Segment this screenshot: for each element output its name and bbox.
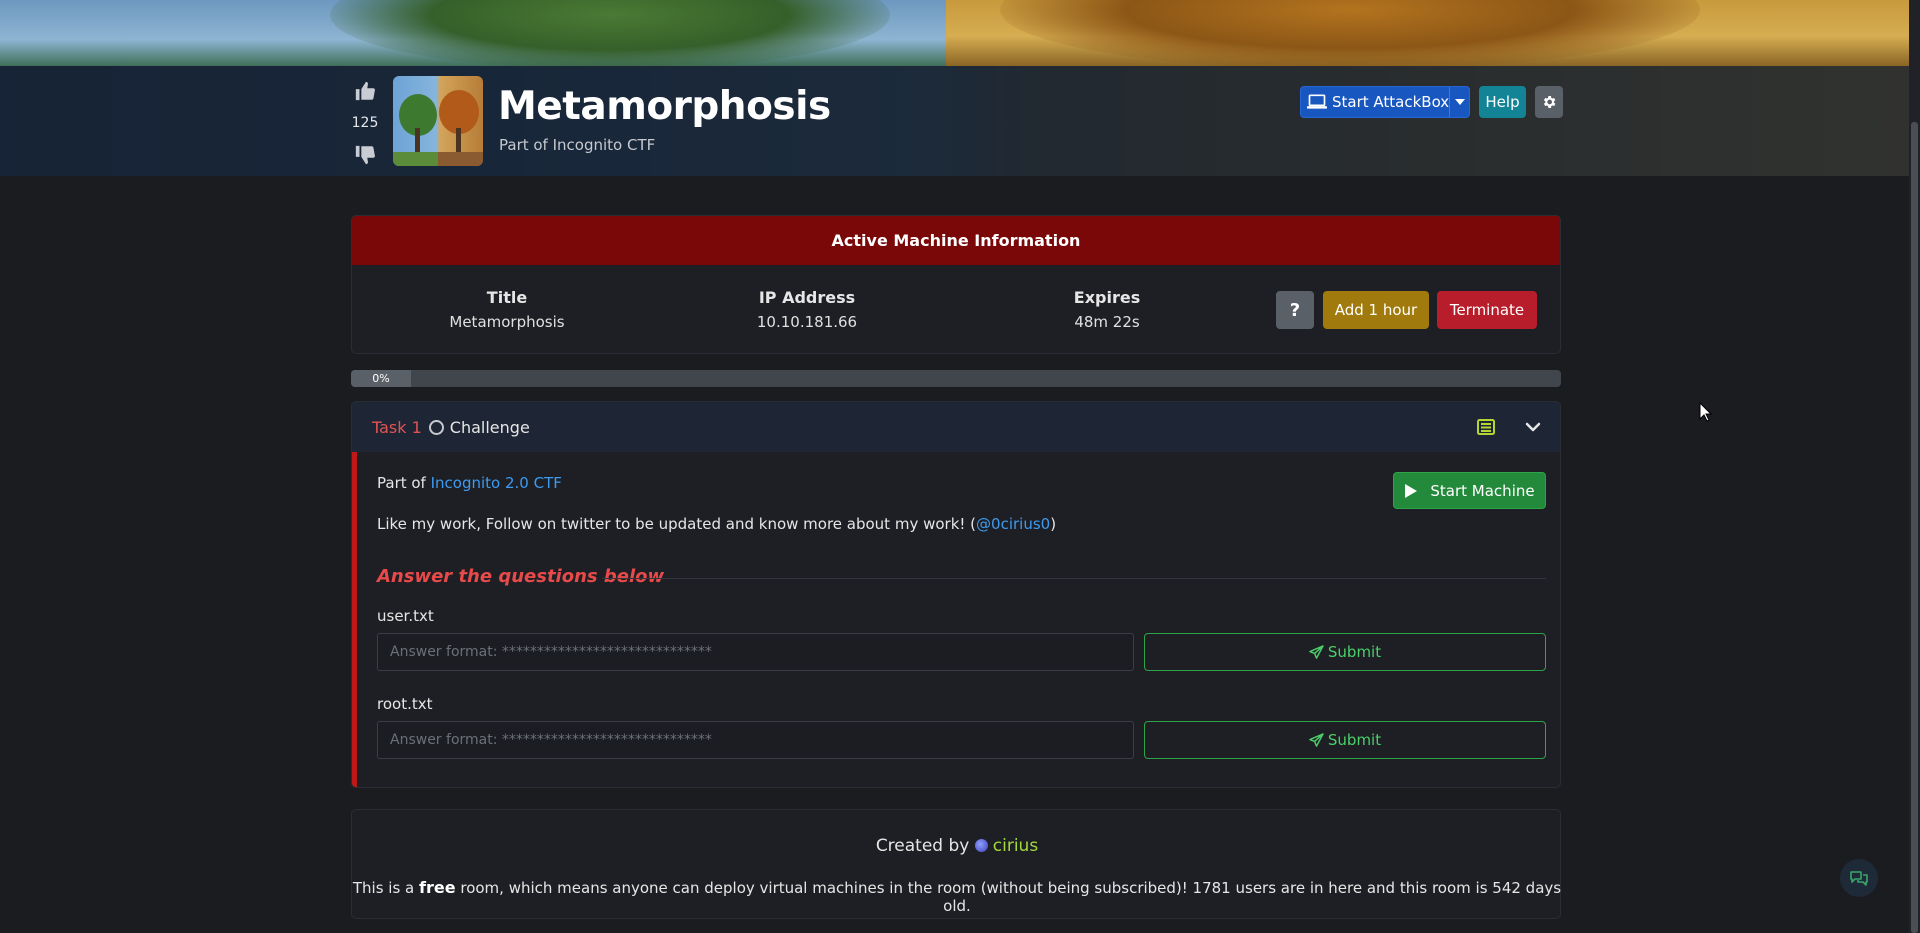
- machine-ip-column: IP Address 10.10.181.66: [707, 288, 907, 331]
- machine-title-label: Title: [486, 288, 528, 307]
- room-thumbnail: [393, 76, 483, 166]
- room-banner: 125 Metamorphosis Part of Incognito CTF …: [0, 0, 1909, 176]
- gear-icon: [1543, 96, 1556, 108]
- vote-widget: 125: [351, 80, 379, 166]
- part-of-prefix: Part of: [377, 474, 431, 492]
- question-1-submit-label: Submit: [1327, 643, 1382, 661]
- chat-button[interactable]: [1840, 859, 1878, 897]
- free-prefix: This is a: [352, 879, 420, 897]
- machine-expires-column: Expires 48m 22s: [1007, 288, 1207, 331]
- machine-title-value: Metamorphosis: [449, 313, 565, 331]
- created-by-label: Created by: [875, 836, 970, 856]
- task-card: Task 1 Challenge Part of Incognito 2.0 C…: [351, 401, 1561, 788]
- page-title: Metamorphosis: [498, 84, 831, 129]
- active-machine-heading: Active Machine Information: [352, 216, 1560, 265]
- thumbs-up-icon[interactable]: [354, 80, 376, 102]
- question-2-submit-label: Submit: [1327, 731, 1382, 749]
- circle-icon: [428, 419, 444, 435]
- scrollbar-thumb[interactable]: [1911, 122, 1918, 933]
- machine-ip-value[interactable]: 10.10.181.66: [707, 313, 907, 331]
- twitter-handle-link[interactable]: @0cirius0: [976, 515, 1050, 533]
- author-avatar: [974, 839, 988, 852]
- created-by-line: Created by cirius: [352, 836, 1562, 856]
- notes-icon[interactable]: [1476, 417, 1496, 437]
- machine-help-button[interactable]: ?: [1276, 291, 1314, 329]
- start-machine-label: Start Machine: [1430, 481, 1535, 500]
- task-number: Task 1: [372, 417, 422, 437]
- play-icon: [1405, 483, 1418, 498]
- question-2-answer-input[interactable]: [377, 721, 1134, 759]
- machine-title-column: Title Metamorphosis: [407, 288, 607, 331]
- incognito-ctf-link[interactable]: Incognito 2.0 CTF: [431, 474, 562, 492]
- progress-fill: 0%: [351, 370, 411, 387]
- follow-close: ): [1050, 515, 1057, 533]
- machine-expires-label: Expires: [1073, 288, 1141, 307]
- question-2-submit-button[interactable]: Submit: [1144, 721, 1546, 759]
- part-of-line: Part of Incognito 2.0 CTF: [377, 474, 562, 492]
- question-1-answer-input[interactable]: [377, 633, 1134, 671]
- caret-down-icon: [1454, 99, 1465, 105]
- author-link[interactable]: cirius: [993, 836, 1038, 856]
- free-suffix: room, which means anyone can deploy virt…: [455, 879, 1562, 915]
- attackbox-dropdown-toggle[interactable]: [1449, 87, 1469, 117]
- vote-count: 125: [351, 115, 379, 131]
- question-1-submit-button[interactable]: Submit: [1144, 633, 1546, 671]
- help-button[interactable]: Help: [1479, 86, 1526, 118]
- chat-icon: [1850, 871, 1868, 886]
- chevron-down-icon[interactable]: [1524, 418, 1542, 436]
- task-body: Part of Incognito 2.0 CTF Like my work, …: [352, 452, 1560, 787]
- machine-expires-value: 48m 22s: [1074, 313, 1140, 331]
- start-attackbox-label: Start AttackBox: [1332, 93, 1450, 111]
- add-hour-button[interactable]: Add 1 hour: [1323, 291, 1429, 329]
- start-attackbox-button[interactable]: Start AttackBox: [1300, 86, 1470, 118]
- room-subtitle: Part of Incognito CTF: [499, 136, 656, 154]
- room-info-card: Created by cirius This is a free room, w…: [351, 809, 1561, 919]
- thumbs-down-icon[interactable]: [354, 144, 376, 166]
- free-room-notice: This is a free room, which means anyone …: [352, 878, 1562, 915]
- paper-plane-icon: [1309, 732, 1324, 747]
- laptop-icon: [1307, 94, 1327, 109]
- paper-plane-icon: [1309, 644, 1324, 659]
- follow-twitter-line: Like my work, Follow on twitter to be up…: [377, 515, 1056, 533]
- answer-divider: [602, 578, 1546, 579]
- task-name: Challenge: [449, 417, 530, 437]
- active-machine-card: Active Machine Information Title Metamor…: [351, 215, 1561, 354]
- room-progress-bar: 0%: [351, 370, 1561, 387]
- follow-text: Like my work, Follow on twitter to be up…: [377, 515, 977, 533]
- task-header[interactable]: Task 1 Challenge: [352, 402, 1560, 452]
- machine-ip-label: IP Address: [758, 288, 856, 307]
- question-1-label: user.txt: [377, 607, 434, 625]
- settings-button[interactable]: [1535, 86, 1563, 118]
- question-2-label: root.txt: [377, 695, 433, 713]
- room-header: 125 Metamorphosis Part of Incognito CTF …: [351, 76, 1563, 168]
- start-machine-button[interactable]: Start Machine: [1393, 472, 1546, 509]
- free-word: free: [419, 878, 456, 897]
- mouse-cursor-icon: [1699, 402, 1713, 422]
- page-scrollbar[interactable]: [1909, 0, 1920, 933]
- answer-questions-heading: Answer the questions below: [377, 566, 665, 587]
- terminate-button[interactable]: Terminate: [1437, 291, 1537, 329]
